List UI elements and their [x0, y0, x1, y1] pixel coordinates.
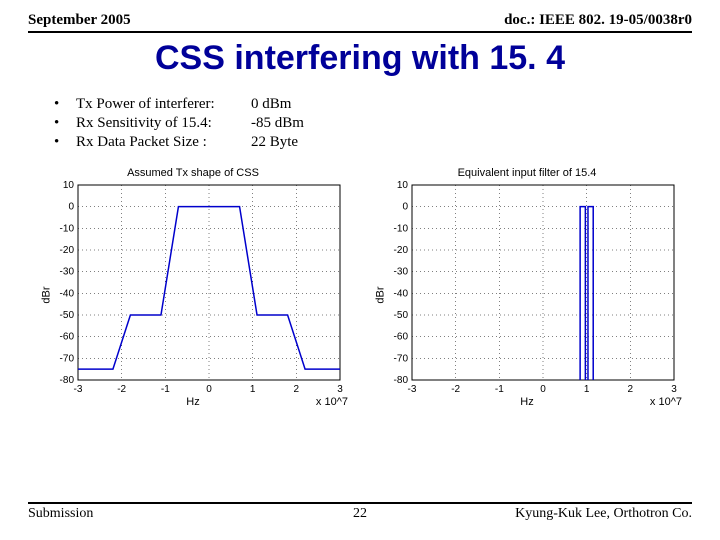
bullet-dot-icon: •	[54, 115, 76, 132]
svg-text:-3: -3	[74, 384, 83, 395]
slide: September 2005 doc.: IEEE 802. 19-05/003…	[0, 0, 720, 540]
chart-svg: -3-2-10123100-10-20-30-40-50-60-70-80	[38, 167, 348, 422]
footer-page: 22	[28, 506, 692, 522]
chart-ylabel: dBr	[375, 286, 387, 303]
svg-text:1: 1	[250, 384, 256, 395]
svg-text:2: 2	[294, 384, 300, 395]
svg-text:-60: -60	[394, 332, 409, 343]
svg-text:-2: -2	[451, 384, 460, 395]
svg-text:10: 10	[397, 180, 409, 191]
page-title: CSS interfering with 15. 4	[28, 39, 692, 78]
chart-xmultiplier: x 10^7	[650, 396, 682, 408]
charts-row: Assumed Tx shape of CSS dBr -3-2-1012310…	[28, 167, 692, 422]
bullet-label: Rx Sensitivity of 15.4:	[76, 115, 251, 132]
bullet-item: • Rx Sensitivity of 15.4: -85 dBm	[54, 115, 692, 132]
svg-text:-30: -30	[60, 267, 75, 278]
bullet-item: • Rx Data Packet Size : 22 Byte	[54, 134, 692, 151]
header-docnum: doc.: IEEE 802. 19-05/0038r0	[504, 12, 692, 29]
svg-text:3: 3	[337, 384, 343, 395]
svg-text:2: 2	[628, 384, 634, 395]
svg-text:0: 0	[68, 202, 74, 213]
svg-text:0: 0	[402, 202, 408, 213]
svg-text:-50: -50	[394, 310, 409, 321]
bullet-label: Rx Data Packet Size :	[76, 134, 251, 151]
svg-text:0: 0	[206, 384, 212, 395]
svg-text:-40: -40	[60, 288, 75, 299]
bullet-value: 22 Byte	[251, 134, 298, 151]
bullet-value: -85 dBm	[251, 115, 304, 132]
svg-text:-20: -20	[60, 245, 75, 256]
svg-text:-3: -3	[408, 384, 417, 395]
svg-text:-20: -20	[394, 245, 409, 256]
bullet-label: Tx Power of interferer:	[76, 96, 251, 113]
chart-xlabel: Hz	[372, 396, 682, 408]
chart-ylabel: dBr	[41, 286, 53, 303]
svg-text:-2: -2	[117, 384, 126, 395]
svg-text:0: 0	[540, 384, 546, 395]
chart-right: Equivalent input filter of 15.4 dBr -3 -2…	[372, 167, 682, 422]
svg-text:-80: -80	[394, 375, 409, 386]
bullet-item: • Tx Power of interferer: 0 dBm	[54, 96, 692, 113]
svg-text:-70: -70	[60, 353, 75, 364]
svg-text:-70: -70	[394, 353, 409, 364]
svg-text:-80: -80	[60, 375, 75, 386]
svg-text:-60: -60	[60, 332, 75, 343]
svg-text:-10: -10	[394, 223, 409, 234]
chart-xmultiplier: x 10^7	[316, 396, 348, 408]
svg-text:-40: -40	[394, 288, 409, 299]
chart-title: Equivalent input filter of 15.4	[372, 167, 682, 179]
chart-svg: -3-2-10123100-10-20-30-40-50-60-70-80	[372, 167, 682, 422]
chart-xlabel: Hz	[38, 396, 348, 408]
bullet-list: • Tx Power of interferer: 0 dBm • Rx Sen…	[54, 96, 692, 151]
svg-text:-1: -1	[161, 384, 170, 395]
footer-bar: Submission 22 Kyung-Kuk Lee, Orthotron C…	[28, 502, 692, 522]
chart-left: Assumed Tx shape of CSS dBr -3-2-1012310…	[38, 167, 348, 422]
svg-text:-50: -50	[60, 310, 75, 321]
svg-text:3: 3	[671, 384, 677, 395]
svg-text:-1: -1	[495, 384, 504, 395]
svg-text:-30: -30	[394, 267, 409, 278]
bullet-dot-icon: •	[54, 134, 76, 151]
header-date: September 2005	[28, 12, 131, 29]
header-bar: September 2005 doc.: IEEE 802. 19-05/003…	[28, 12, 692, 33]
bullet-value: 0 dBm	[251, 96, 291, 113]
chart-title: Assumed Tx shape of CSS	[38, 167, 348, 179]
svg-text:1: 1	[584, 384, 590, 395]
svg-text:10: 10	[63, 180, 75, 191]
svg-text:-10: -10	[60, 223, 75, 234]
bullet-dot-icon: •	[54, 96, 76, 113]
